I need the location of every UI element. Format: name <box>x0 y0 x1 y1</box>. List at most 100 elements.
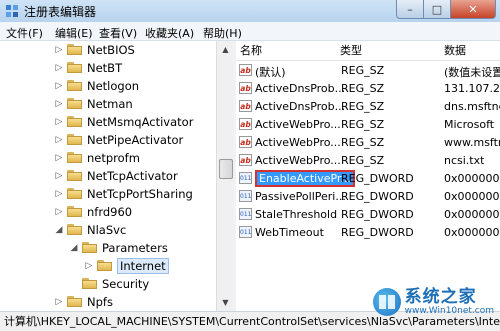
column-header-type[interactable]: 类型 <box>336 41 425 60</box>
tree-item-nfrd960[interactable]: ▷ nfrd960 <box>54 203 133 220</box>
column-header-data[interactable]: 数据 <box>424 41 500 60</box>
expand-arrow-icon[interactable]: ▷ <box>54 171 64 181</box>
folder-icon <box>67 152 82 163</box>
value-data: dns.msftnc <box>444 100 500 113</box>
value-name: ActiveWebPro... <box>255 136 341 149</box>
maximize-button[interactable]: □ <box>424 0 451 19</box>
tree-item-npfs[interactable]: ▷ Npfs <box>54 293 113 310</box>
tree-item-label: NetPipeActivator <box>87 132 184 147</box>
dword-value-icon: 011 <box>239 226 252 238</box>
value-row[interactable]: ab ActiveWebPro... REG_SZ ncsi.txt <box>236 153 500 170</box>
scroll-up-arrow-icon[interactable]: ▲ <box>218 42 233 57</box>
tree-item-label: NetMsmqActivator <box>87 114 194 129</box>
expand-arrow-icon[interactable]: ▷ <box>54 153 64 163</box>
folder-icon <box>67 296 82 307</box>
window-title: 注册表编辑器 <box>24 5 97 19</box>
value-data: 0x0000000 <box>444 190 500 203</box>
expand-arrow-icon[interactable]: ▷ <box>54 45 64 55</box>
scrollbar-thumb[interactable] <box>219 159 233 179</box>
tree-item-netlogon[interactable]: ▷ Netlogon <box>54 77 140 94</box>
tree-item-netman[interactable]: ▷ Netman <box>54 95 133 112</box>
tree-item-netbios[interactable]: ▷ NetBIOS <box>54 41 135 58</box>
tree-item-nettcpactivator[interactable]: ▷ NetTcpActivator <box>54 167 178 184</box>
tree-vertical-scrollbar[interactable]: ▲ ▼ <box>216 41 234 311</box>
string-value-icon: ab <box>239 154 252 166</box>
folder-icon <box>67 206 82 217</box>
value-row[interactable]: ab (默认) REG_SZ (数值未设置 <box>236 63 500 80</box>
value-type: REG_SZ <box>341 136 385 149</box>
tree-item-label: NetTcpActivator <box>87 168 178 183</box>
dword-value-icon: 011 <box>239 172 252 184</box>
expand-arrow-icon[interactable]: ▷ <box>54 81 64 91</box>
minimize-button[interactable]: – <box>396 0 424 19</box>
value-name: EnableActivePr... <box>255 170 355 187</box>
menu-help[interactable]: 帮助(H) <box>203 25 242 41</box>
value-row[interactable]: ab ActiveDnsProb... REG_SZ dns.msftnc <box>236 99 500 116</box>
site-watermark: 系统之家 www.Win10net.com <box>372 287 494 316</box>
tree-item-label: Npfs <box>87 294 113 309</box>
dword-value-icon: 011 <box>239 190 252 202</box>
expand-arrow-icon[interactable]: ▷ <box>54 117 64 127</box>
menu-view[interactable]: 查看(V) <box>99 25 137 41</box>
value-row[interactable]: 011StaleThresholdREG_DWORD 0x0000001 <box>236 207 500 224</box>
tree-item-security[interactable]: Security <box>69 275 149 292</box>
dword-value-icon: 011 <box>239 208 252 220</box>
watermark-title: 系统之家 <box>404 287 477 307</box>
value-data: Microsoft <box>444 118 495 131</box>
collapse-arrow-icon[interactable]: ◢ <box>54 225 64 235</box>
scroll-down-arrow-icon[interactable]: ▼ <box>218 295 233 310</box>
tree-item-netprofm[interactable]: ▷ netprofm <box>54 149 140 166</box>
tree-item-label: Netlogon <box>87 78 140 93</box>
tree-item-nettcpportsharing[interactable]: ▷ NetTcpPortSharing <box>54 185 193 202</box>
tree-item-netmsmqactivator[interactable]: ▷ NetMsmqActivator <box>54 113 194 130</box>
value-type: REG_SZ <box>341 64 385 77</box>
expand-arrow-icon[interactable]: ▷ <box>84 261 94 271</box>
column-header-name[interactable]: 名称 <box>236 41 337 60</box>
windows-logo-icon <box>372 288 401 316</box>
value-row[interactable]: 011WebTimeout REG_DWORD 0x0000002 <box>236 225 500 242</box>
close-button[interactable]: ✕ <box>451 0 496 19</box>
value-data: www.msftn <box>444 136 500 149</box>
value-row[interactable]: abActiveDnsProb...REG_SZ 131.107.25 <box>236 81 500 98</box>
registry-editor-icon <box>6 5 18 17</box>
value-row[interactable]: 011PassivePollPeri...REG_DWORD 0x0000000 <box>236 189 500 206</box>
menu-edit[interactable]: 编辑(E) <box>55 25 93 41</box>
collapse-arrow-icon[interactable]: ◢ <box>69 243 79 253</box>
expand-arrow-icon[interactable]: ▷ <box>54 99 64 109</box>
registry-value-list: 名称 类型 数据 ab (默认) REG_SZ (数值未设置 ab ActiveDnsP… <box>236 41 500 311</box>
folder-icon <box>97 260 112 271</box>
registry-editor-window: 注册表编辑器 – □ ✕ 文件(F) 编辑(E) 查看(V) 收藏夹(A) 帮助… <box>0 0 500 331</box>
expand-arrow-icon[interactable]: ▷ <box>54 63 64 73</box>
menu-file[interactable]: 文件(F) <box>6 25 43 41</box>
value-type: REG_SZ <box>341 82 385 95</box>
tree-item-label: Internet <box>117 257 169 274</box>
value-row[interactable]: ab ActiveWebPro... REG_SZ www.msftn <box>236 135 500 152</box>
tree-item-nlasvc[interactable]: ◢ NlaSvc <box>54 221 127 238</box>
tree-item-label: Security <box>102 276 150 291</box>
value-type: REG_SZ <box>341 100 385 113</box>
expand-arrow-icon[interactable]: ▷ <box>54 297 64 307</box>
string-value-icon: ab <box>239 82 252 94</box>
expand-arrow-icon[interactable]: ▷ <box>54 189 64 199</box>
expand-arrow-icon[interactable]: ▷ <box>54 135 64 145</box>
value-data: 0x0000000 <box>444 172 500 185</box>
value-type: REG_DWORD <box>341 208 414 221</box>
folder-icon <box>67 62 82 73</box>
value-row-selected[interactable]: 011EnableActivePr...REG_DWORD 0x0000000 <box>236 170 500 188</box>
tree-item-label: NetBT <box>87 60 123 75</box>
value-row[interactable]: ab ActiveWebPro... REG_SZ Microsoft <box>236 117 500 134</box>
tree-item-label: Parameters <box>102 240 168 255</box>
tree-item-label: NetBIOS <box>87 42 135 57</box>
tree-item-netpipeactivator[interactable]: ▷ NetPipeActivator <box>54 131 184 148</box>
value-data: (数值未设置 <box>444 66 500 79</box>
expand-arrow-icon[interactable]: ▷ <box>54 207 64 217</box>
value-name: ActiveWebPro... <box>255 118 341 131</box>
tree-item-netbt[interactable]: ▷ NetBT <box>54 59 123 76</box>
folder-icon <box>67 134 82 145</box>
tree-item-parameters[interactable]: ◢ Parameters <box>69 239 168 256</box>
value-name: ActiveDnsProb... <box>255 100 346 113</box>
menu-favorites[interactable]: 收藏夹(A) <box>145 25 194 41</box>
tree-item-internet[interactable]: ▷ Internet <box>84 257 169 274</box>
value-data: 131.107.25 <box>444 82 500 95</box>
tree-item-label: NetTcpPortSharing <box>87 186 193 201</box>
